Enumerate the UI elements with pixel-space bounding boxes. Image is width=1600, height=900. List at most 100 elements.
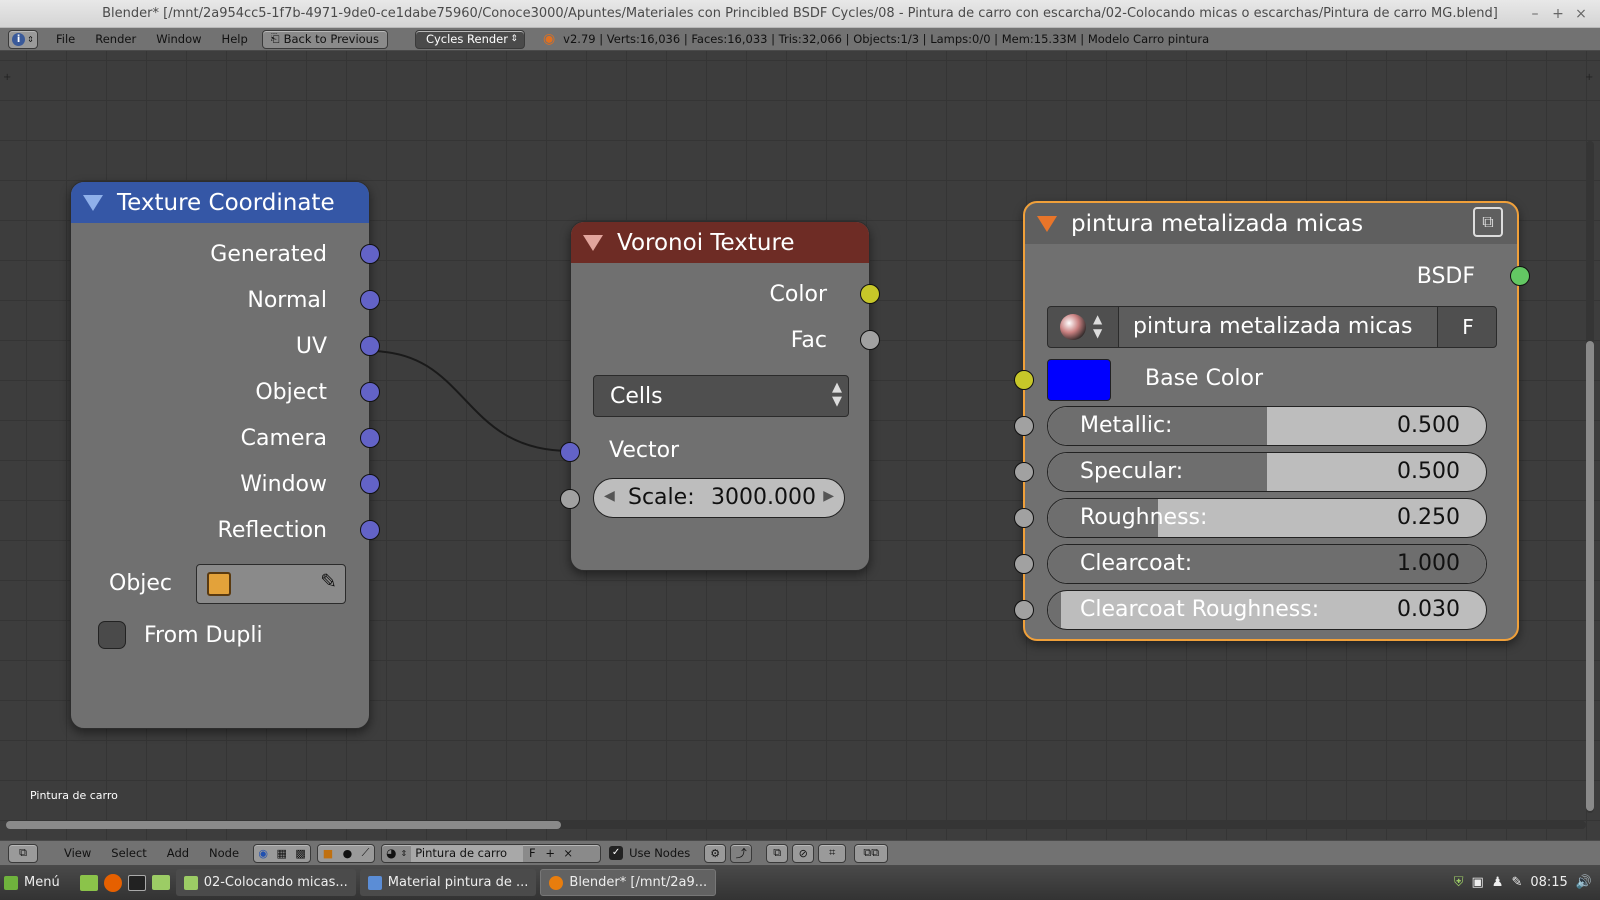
desktop-icon[interactable]	[79, 874, 98, 891]
socket-slider-input[interactable]	[1014, 600, 1034, 620]
fake-user-button[interactable]: F	[523, 846, 541, 860]
shader-nodes-icon[interactable]: ◉	[258, 847, 268, 860]
task-folder[interactable]: 02-Colocando micas...	[175, 869, 356, 896]
snap-element-select[interactable]: ⌗	[818, 843, 847, 863]
socket-bsdf-output[interactable]	[1510, 266, 1530, 286]
scale-field[interactable]: ◀ Scale: 3000.000 ▶	[593, 478, 845, 518]
eyedropper-icon[interactable]: ✎	[320, 569, 337, 593]
add-material-icon[interactable]: +	[541, 846, 559, 860]
render-engine-select[interactable]: Cycles Render ⇕	[414, 29, 525, 49]
voronoi-texture-node[interactable]: Voronoi Texture Color Fac Cells ▲ ▼ Vecto…	[560, 221, 880, 571]
menu-add[interactable]: Add	[157, 846, 199, 860]
horizontal-scrollbar[interactable]	[6, 821, 1586, 829]
shader-object-toggle[interactable]: ■ ● ⟋	[317, 843, 376, 863]
material-selector[interactable]: ◕ ⇕ Pintura de carro F + ×	[381, 843, 602, 863]
close-button[interactable]: ×	[1571, 0, 1591, 28]
material-name-input[interactable]: Pintura de carro	[411, 844, 524, 862]
coloring-select[interactable]: Cells ▲ ▼	[593, 375, 849, 417]
texture-nodes-icon[interactable]: ▦	[276, 847, 286, 860]
menu-help[interactable]: Help	[212, 32, 258, 46]
editor-type-button[interactable]: ⧉	[8, 843, 38, 863]
material-datablock[interactable]: ▲ ▼ pintura metalizada micas F	[1047, 306, 1497, 348]
minimize-button[interactable]: –	[1525, 0, 1545, 28]
node-header[interactable]: pintura metalizada micas ⧉	[1025, 203, 1517, 244]
task-document[interactable]: Material pintura de ...	[359, 869, 537, 896]
vertical-scrollbar-thumb[interactable]	[1586, 341, 1594, 811]
increment-arrow-icon[interactable]: ▶	[823, 488, 834, 504]
fake-user-button[interactable]: F	[1440, 307, 1496, 347]
socket-slider-input[interactable]	[1014, 462, 1034, 482]
line-style-icon[interactable]: ⟋	[362, 846, 370, 860]
principled-bsdf-node[interactable]: pintura metalizada micas ⧉ BSDF ▲ ▼ pintu…	[1014, 201, 1530, 641]
material-sphere-icon[interactable]: ◕	[386, 846, 396, 860]
texture-coordinate-node[interactable]: Texture Coordinate Generated Normal UV O…	[70, 181, 380, 729]
horizontal-scrollbar-thumb[interactable]	[6, 821, 561, 829]
collapse-triangle-icon[interactable]	[83, 194, 103, 211]
socket-vector-input[interactable]	[560, 442, 580, 462]
compositing-nodes-icon[interactable]: ▩	[295, 847, 305, 860]
pen-icon[interactable]: ✎	[1511, 875, 1522, 890]
snap-toggle-button[interactable]: ⊘	[792, 843, 815, 863]
bsdf-slider[interactable]: Roughness: 0.250	[1047, 498, 1487, 538]
clock[interactable]: 08:15	[1530, 875, 1567, 890]
backdrop-button[interactable]: ⚙	[704, 843, 727, 863]
world-icon[interactable]: ●	[343, 847, 353, 860]
socket-slider-input[interactable]	[1014, 508, 1034, 528]
socket-normal[interactable]	[360, 290, 380, 310]
bsdf-slider[interactable]: Clearcoat: 1.000	[1047, 544, 1487, 584]
network-icon[interactable]: ▣	[1471, 875, 1483, 890]
start-menu-button[interactable]: Menú	[0, 869, 68, 896]
socket-object[interactable]	[360, 382, 380, 402]
volume-icon[interactable]: 🔊	[1576, 875, 1592, 890]
vertical-scrollbar[interactable]	[1586, 141, 1594, 813]
socket-slider-input[interactable]	[1014, 416, 1034, 436]
shader-type-toggle[interactable]: ◉ ▦ ▩	[253, 843, 312, 863]
socket-color-output[interactable]	[860, 284, 880, 304]
material-name-field[interactable]: pintura metalizada micas	[1118, 307, 1438, 347]
material-sphere-icon[interactable]	[1060, 314, 1086, 340]
firefox-icon[interactable]	[103, 873, 122, 892]
socket-slider-input[interactable]	[1014, 554, 1034, 574]
socket-base-color-input[interactable]	[1014, 370, 1034, 390]
terminal-icon[interactable]	[127, 874, 146, 891]
base-color-swatch[interactable]	[1047, 359, 1111, 401]
socket-scale-input[interactable]	[560, 489, 580, 509]
bsdf-slider[interactable]: Metallic: 0.500	[1047, 406, 1487, 446]
decrement-arrow-icon[interactable]: ◀	[604, 488, 615, 504]
maximize-button[interactable]: +	[1548, 0, 1568, 28]
node-header[interactable]: Texture Coordinate	[71, 182, 369, 223]
parent-node-tree-button[interactable]: ⤴	[730, 843, 753, 863]
unlink-icon[interactable]: ×	[559, 846, 577, 860]
collapse-triangle-icon[interactable]	[583, 234, 603, 251]
node-group-icon[interactable]: ⧉	[1473, 207, 1503, 237]
socket-camera[interactable]	[360, 428, 380, 448]
from-dupli-checkbox[interactable]	[98, 621, 126, 649]
menu-render[interactable]: Render	[85, 32, 146, 46]
task-blender[interactable]: Blender* [/mnt/2a9...	[540, 869, 717, 896]
menu-window[interactable]: Window	[146, 32, 211, 46]
socket-window[interactable]	[360, 474, 380, 494]
user-icon[interactable]: ♟	[1492, 875, 1504, 890]
bsdf-slider[interactable]: Specular: 0.500	[1047, 452, 1487, 492]
menu-select[interactable]: Select	[101, 846, 156, 860]
menu-view[interactable]: View	[54, 846, 101, 860]
node-editor-canvas[interactable]: + + Texture Coordinate Generated Normal …	[0, 51, 1600, 840]
socket-reflection[interactable]	[360, 520, 380, 540]
object-icon[interactable]: ■	[323, 847, 333, 860]
copy-paste-buttons[interactable]: ⧉⧉	[854, 843, 889, 863]
files-icon[interactable]	[151, 875, 170, 890]
socket-fac-output[interactable]	[860, 330, 880, 350]
collapse-triangle-icon[interactable]	[1037, 215, 1057, 232]
copy-nodes-button[interactable]: ⧉	[766, 843, 789, 863]
use-nodes-checkbox[interactable]: ✓	[609, 846, 624, 860]
menu-node[interactable]: Node	[199, 846, 249, 860]
node-header[interactable]: Voronoi Texture	[571, 222, 869, 263]
back-to-previous-button[interactable]: ⎗ Back to Previous	[261, 29, 388, 49]
editor-type-button[interactable]: i ⇕	[8, 29, 38, 49]
menu-file[interactable]: File	[46, 32, 85, 46]
shield-icon[interactable]: ⛨	[1454, 875, 1464, 890]
bsdf-slider[interactable]: Clearcoat Roughness: 0.030	[1047, 590, 1487, 630]
socket-generated[interactable]	[360, 244, 380, 264]
socket-uv[interactable]	[360, 336, 380, 356]
object-field[interactable]: ✎	[196, 564, 346, 604]
